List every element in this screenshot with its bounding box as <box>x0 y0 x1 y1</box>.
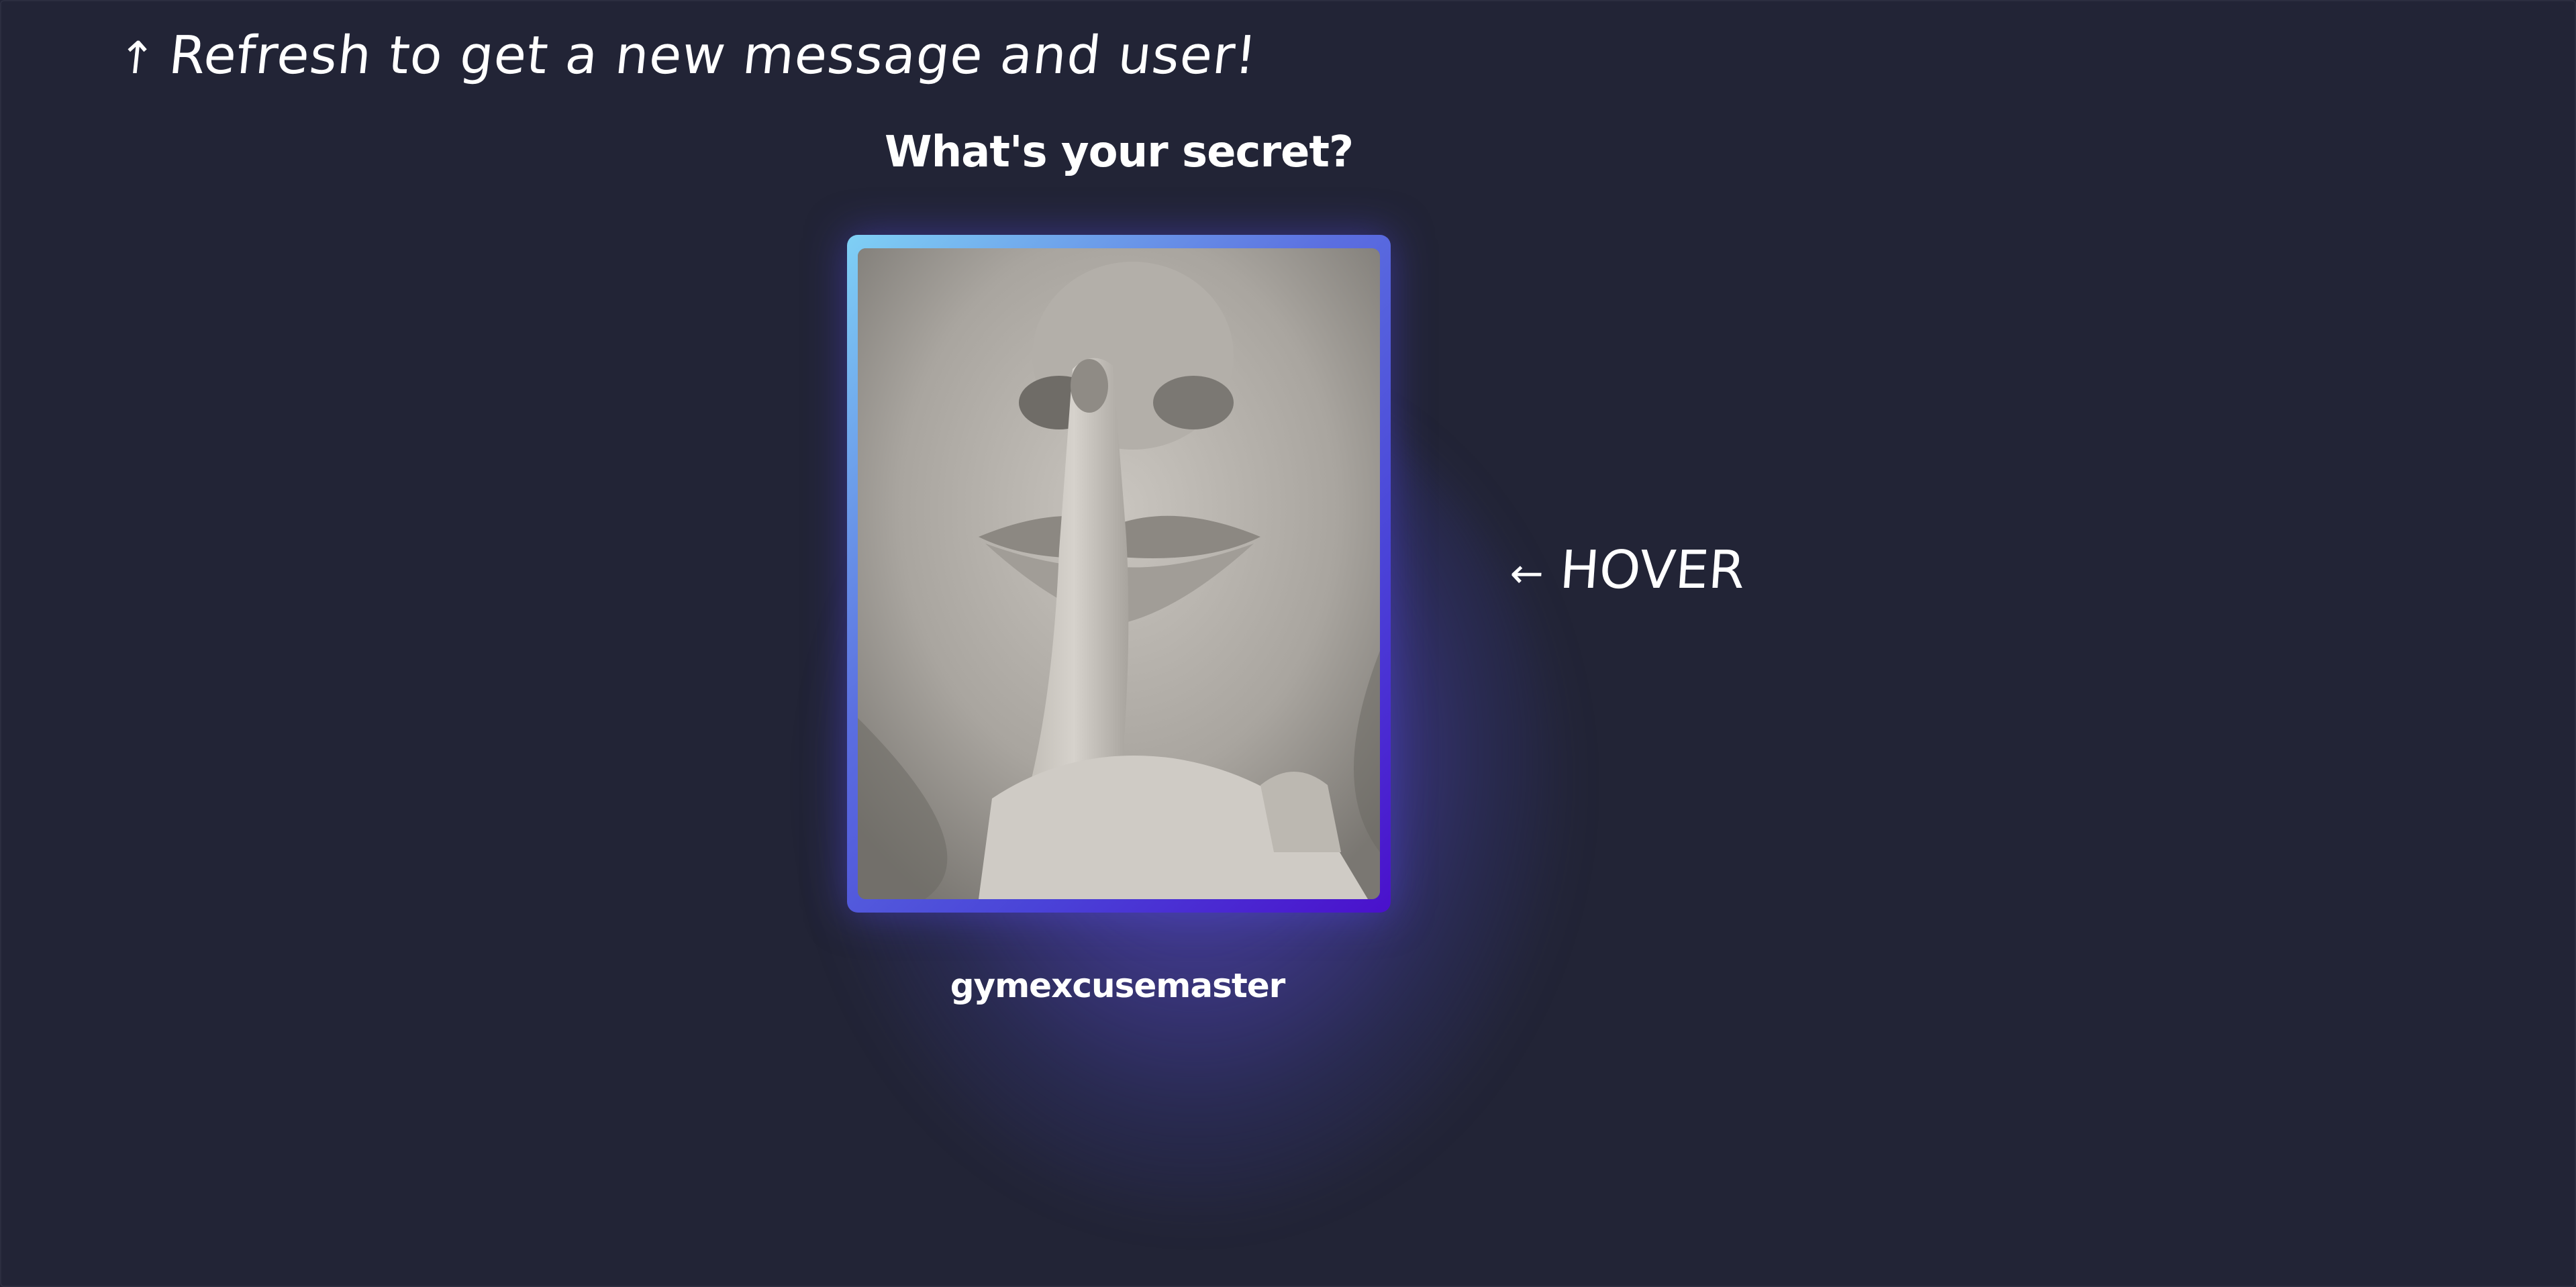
refresh-hint-text: Refresh to get a new message and user! <box>166 25 1260 86</box>
hover-hint: ← HOVER <box>1508 540 1747 601</box>
refresh-hint: ↑ Refresh to get a new message and user! <box>115 25 1260 86</box>
hover-hint-text: HOVER <box>1558 540 1747 601</box>
secret-card[interactable] <box>847 235 1391 913</box>
card-title: What's your secret? <box>885 127 1354 177</box>
arrow-left-icon: ← <box>1508 550 1546 597</box>
shush-finger-icon <box>858 248 1380 899</box>
username: gymexcusemaster <box>950 966 1286 1005</box>
shush-photo <box>858 248 1380 899</box>
arrow-up-icon: ↑ <box>115 32 158 84</box>
